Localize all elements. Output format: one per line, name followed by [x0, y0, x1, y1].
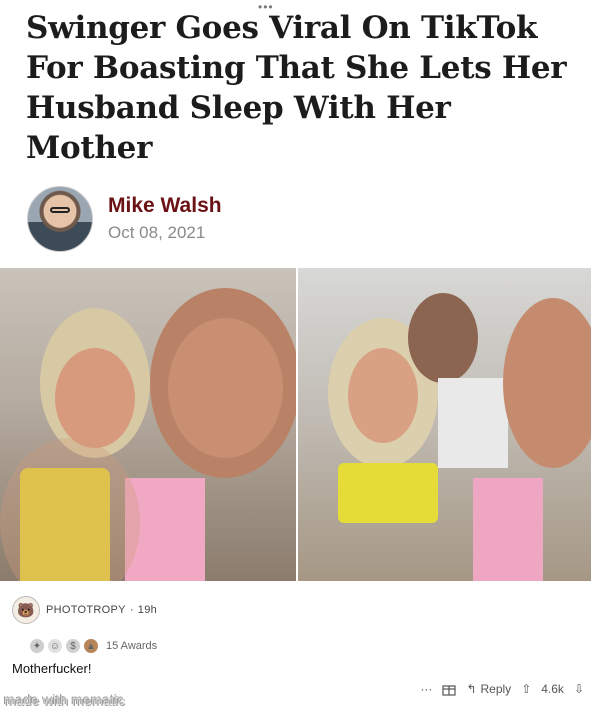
comment-user-row: 🐻 PHOTOTROPY · 19h [12, 596, 157, 624]
upvote-icon[interactable]: ⇧ [521, 682, 531, 696]
reply-icon: ↰ [466, 682, 477, 696]
comment-username[interactable]: PHOTOTROPY [46, 604, 126, 616]
award-icon: $ [66, 639, 80, 653]
user-avatar[interactable]: 🐻 [12, 596, 40, 624]
gift-icon[interactable] [442, 682, 457, 696]
award-icon: ▲ [84, 639, 98, 653]
article-date: Oct 08, 2021 [108, 223, 206, 242]
awards-count: 15 Awards [106, 640, 158, 652]
downvote-icon[interactable]: ⇩ [574, 682, 584, 696]
photo-left [0, 268, 296, 581]
award-icon: ✦ [30, 639, 44, 653]
vote-score: 4.6k [541, 682, 564, 696]
author-name[interactable]: Mike Walsh [108, 193, 222, 219]
reply-button[interactable]: ↰ Reply [466, 682, 511, 696]
article-photos [0, 268, 591, 581]
author-row: Mike Walsh Oct 08, 2021 [27, 186, 222, 252]
separator: · [129, 604, 134, 616]
award-icon: ☺ [48, 639, 62, 653]
comment-actions: ··· ↰ Reply ⇧ 4.6k ⇩ [420, 682, 584, 696]
comment-time: 19h [137, 604, 158, 616]
photo-right [296, 268, 591, 581]
author-avatar[interactable] [27, 186, 93, 252]
watermark: made with mematic [4, 692, 125, 708]
comment-text: Motherfucker! [12, 661, 92, 676]
article-headline: Swinger Goes Viral On TikTok For Boastin… [26, 10, 567, 166]
reply-label: Reply [480, 682, 512, 696]
more-icon[interactable]: ··· [420, 682, 432, 696]
awards-row[interactable]: ✦ ☺ $ ▲ 15 Awards [30, 639, 157, 653]
